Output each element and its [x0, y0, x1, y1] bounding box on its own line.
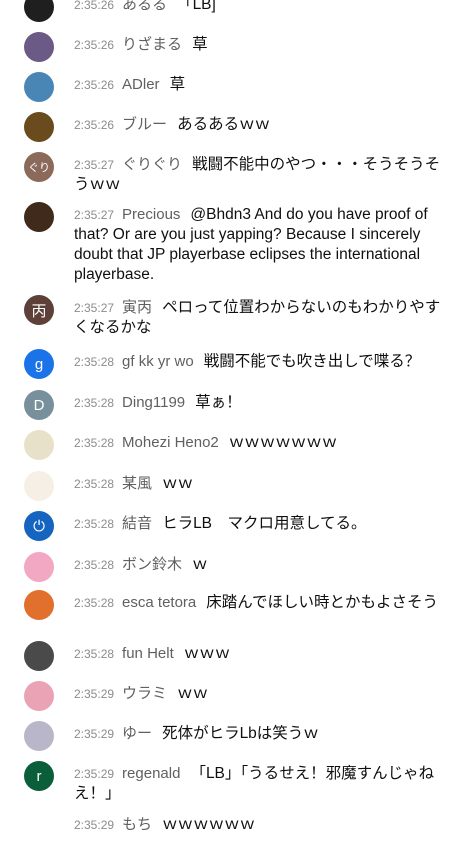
- author-name[interactable]: あるる: [122, 0, 167, 13]
- message-content: 2:35:28 結音 ヒラLB マクロ用意してる。: [74, 514, 454, 534]
- message-text: 床踏んでほしい時とかもよさそう: [206, 594, 438, 611]
- timestamp: 2:35:29: [74, 818, 115, 832]
- photo-avatar-icon[interactable]: [24, 641, 54, 671]
- message-content: 2:35:29 ゆー 死体がヒラLbは笑うｗ: [74, 724, 454, 744]
- message-content: 2:35:28 Ding1199 草ぁ！: [74, 393, 454, 413]
- letter-avatar-icon[interactable]: g: [24, 349, 54, 379]
- timestamp: 2:35:26: [74, 118, 115, 132]
- timestamp: 2:35:28: [74, 517, 115, 531]
- message-text: 草: [169, 76, 186, 93]
- message-text: 草ぁ！: [195, 394, 242, 411]
- anime-avatar-icon[interactable]: [24, 32, 54, 62]
- author-name[interactable]: Precious: [122, 206, 180, 223]
- timestamp: 2:35:28: [74, 558, 115, 572]
- text-logo-avatar-icon[interactable]: [24, 812, 54, 842]
- author-name[interactable]: 某風: [122, 475, 152, 492]
- message-content: 2:35:27 寅丙 ペロって位置わからないのもわかりやすくなるかな: [74, 298, 454, 338]
- message-content: 2:35:28 ボン鈴木 ｗ: [74, 555, 454, 575]
- avatar-letter: ⏻: [33, 517, 45, 535]
- letter-avatar-icon[interactable]: D: [24, 390, 54, 420]
- timestamp: 2:35:28: [74, 396, 115, 410]
- message-content: 2:35:29 regenald 「LB」「うるせえ！邪魔すんじゃねえ！」: [74, 764, 454, 804]
- author-name[interactable]: 寅丙: [122, 299, 152, 316]
- person-avatar-icon[interactable]: [24, 202, 54, 232]
- message-text: 草: [192, 36, 208, 53]
- anime-avatar-icon[interactable]: [24, 721, 54, 751]
- message-text: 「LB]: [177, 0, 216, 13]
- timestamp: 2:35:26: [74, 78, 115, 92]
- message-content: 2:35:27 ぐりぐり 戦闘不能中のやつ・・・そうそうそうｗｗ: [74, 155, 454, 195]
- flower-avatar-icon[interactable]: [24, 681, 54, 711]
- timestamp: 2:35:28: [74, 596, 115, 610]
- timestamp: 2:35:26: [74, 38, 115, 52]
- author-name[interactable]: りざまる: [122, 36, 182, 53]
- timestamp: 2:35:27: [74, 158, 115, 172]
- fox-avatar-icon[interactable]: [24, 471, 54, 501]
- message-content: 2:35:28 fun Helt ｗｗｗ: [74, 644, 454, 664]
- message-text: ｗｗ: [162, 475, 194, 492]
- message-content: 2:35:27 Precious @Bhdn3 And do you have pr…: [74, 205, 454, 285]
- avatar-letter: g: [34, 355, 44, 373]
- author-name[interactable]: ボン鈴木: [122, 556, 182, 573]
- message-content: 2:35:29 もち ｗｗｗｗｗｗ: [74, 815, 454, 835]
- author-name[interactable]: esca tetora: [122, 594, 196, 611]
- message-text: あるあるｗｗ: [177, 116, 271, 133]
- author-name[interactable]: regenald: [122, 765, 180, 782]
- author-name[interactable]: gf kk yr wo: [122, 353, 194, 370]
- timestamp: 2:35:27: [74, 208, 115, 222]
- message-content: 2:35:26 ブルー あるあるｗｗ: [74, 115, 454, 135]
- author-name[interactable]: Mohezi Heno2: [122, 434, 219, 451]
- message-text: ｗｗｗ: [183, 645, 231, 662]
- author-name[interactable]: ADler: [122, 76, 160, 93]
- timestamp: 2:35:29: [74, 767, 115, 781]
- message-content: 2:35:29 ウラミ ｗｗ: [74, 684, 454, 704]
- timestamp: 2:35:28: [74, 436, 115, 450]
- avatar-letter: ぐり: [28, 162, 50, 174]
- message-content: 2:35:28 某風 ｗｗ: [74, 474, 454, 494]
- avatar-letter: r: [36, 767, 42, 785]
- timestamp: 2:35:28: [74, 355, 115, 369]
- letter-avatar-icon[interactable]: r: [24, 761, 54, 791]
- message-content: 2:35:26 りざまる草: [74, 35, 454, 55]
- message-text: ｗ: [192, 556, 208, 573]
- author-name[interactable]: 結音: [122, 515, 152, 532]
- anime-avatar-icon[interactable]: [24, 552, 54, 582]
- message-text: ｗｗｗｗｗｗｗ: [228, 434, 338, 451]
- author-name[interactable]: Ding1199: [122, 394, 185, 411]
- author-name[interactable]: ゆー: [122, 725, 152, 742]
- orb-avatar-icon[interactable]: [24, 112, 54, 142]
- live-chat-list: 2:35:26 あるる 「LB] 2:35:26 りざまる草 2:35:26 ADler 草 2…: [0, 0, 468, 842]
- power-avatar-icon[interactable]: ⏻: [24, 511, 54, 541]
- author-name[interactable]: fun Helt: [122, 645, 174, 662]
- author-name[interactable]: ウラミ: [122, 685, 167, 702]
- message-content: 2:35:26 あるる 「LB]: [74, 0, 454, 15]
- timestamp: 2:35:28: [74, 647, 115, 661]
- message-text: 戦闘不能でも吹き出しで喋る？: [203, 353, 421, 370]
- message-content: 2:35:26 ADler 草: [74, 75, 454, 95]
- avatar-letter: 丙: [31, 302, 47, 320]
- timestamp: 2:35:29: [74, 687, 115, 701]
- timestamp: 2:35:26: [74, 0, 115, 12]
- drawing-avatar-icon[interactable]: [24, 430, 54, 460]
- message-content: 2:35:28 esca tetora 床踏んでほしい時とかもよさそう: [74, 593, 454, 613]
- letter-avatar-icon[interactable]: 丙: [24, 295, 54, 325]
- message-content: 2:35:28 gf kk yr wo 戦闘不能でも吹き出しで喋る？: [74, 352, 454, 372]
- message-text: 死体がヒラLbは笑うｗ: [162, 725, 319, 742]
- text-avatar-icon[interactable]: ぐり: [24, 152, 54, 182]
- author-name[interactable]: ブルー: [122, 116, 167, 133]
- author-name[interactable]: ぐりぐり: [122, 156, 182, 173]
- timestamp: 2:35:27: [74, 301, 115, 315]
- message-text: ヒラLB マクロ用意してる。: [162, 515, 367, 532]
- message-content: 2:35:28 Mohezi Heno2 ｗｗｗｗｗｗｗ: [74, 433, 454, 453]
- message-text: ｗｗｗｗｗｗ: [162, 816, 256, 833]
- avatar-letter: D: [33, 396, 45, 414]
- timestamp: 2:35:29: [74, 727, 115, 741]
- dark-circle-icon[interactable]: [24, 0, 54, 22]
- timestamp: 2:35:28: [74, 477, 115, 491]
- message-text: ｗｗ: [177, 685, 209, 702]
- anime-avatar-icon[interactable]: [24, 590, 54, 620]
- drink-avatar-icon[interactable]: [24, 72, 54, 102]
- author-name[interactable]: もち: [122, 816, 152, 833]
